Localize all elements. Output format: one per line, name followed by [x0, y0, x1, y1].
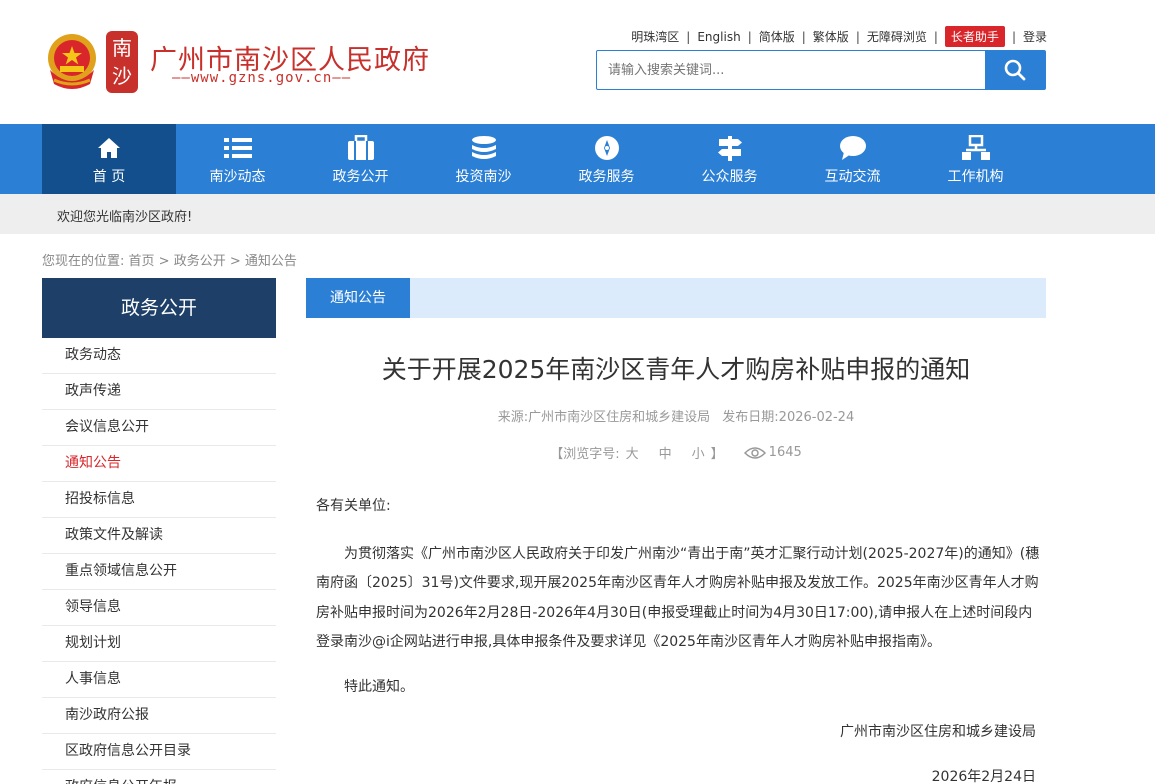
nav-item-agencies[interactable]: 工作机构 [914, 124, 1037, 194]
nav-item-home[interactable]: 首 页 [42, 124, 176, 194]
signpost-icon [717, 136, 742, 161]
nav-label: 公众服务 [701, 169, 758, 185]
sidebar-item-voice[interactable]: 政声传递 [42, 374, 276, 410]
article-closing: 特此通知。 [344, 679, 414, 695]
view-count: 1645 [743, 445, 802, 460]
breadcrumb-separator: > [154, 254, 174, 269]
article-meta: 来源:广州市南沙区住房和城乡建设局 发布日期:2026-02-24 [306, 406, 1046, 425]
nav-item-gov-affairs[interactable]: 政务公开 [299, 124, 422, 194]
divider: | [1011, 29, 1016, 44]
sidebar-menu: 政务动态 政声传递 会议信息公开 通知公告 招投标信息 政策文件及解读 重点领域… [42, 338, 276, 784]
breadcrumb: 您现在的位置: 首页 > 政务公开 > 通知公告 [42, 250, 297, 269]
font-size-medium[interactable]: 中 [659, 443, 672, 462]
search-icon [1004, 59, 1026, 81]
link-traditional[interactable]: 繁体版 [813, 28, 849, 45]
article-greeting: 各有关单位: [316, 498, 391, 514]
nav-label: 政务公开 [332, 169, 389, 185]
breadcrumb-prefix: 您现在的位置: [42, 254, 125, 269]
top-links: 明珠湾区 | English | 简体版 | 繁体版 | 无障碍浏览 | 长者助… [631, 26, 1047, 47]
link-english[interactable]: English [697, 30, 740, 44]
article-source: 来源:广州市南沙区住房和城乡建设局 [497, 410, 711, 425]
chat-icon [839, 136, 866, 160]
site-url: ——www.gzns.gov.cn—— [172, 70, 352, 86]
sidebar-item-notices[interactable]: 通知公告 [42, 446, 276, 482]
list-icon [223, 138, 252, 158]
coins-icon [471, 136, 496, 159]
section-tab-bar: 通知公告 [306, 278, 1046, 318]
nav-label: 互动交流 [824, 169, 881, 185]
link-mingzhuwan[interactable]: 明珠湾区 [631, 28, 679, 45]
link-simplified[interactable]: 简体版 [759, 28, 795, 45]
nav-label: 首 页 [92, 169, 126, 185]
article-paragraph: 为贯彻落实《广州市南沙区人民政府关于印发广州南沙“青出于南”英才汇聚行动计划(2… [316, 546, 1040, 650]
sidebar-item-catalog[interactable]: 区政府信息公开目录 [42, 734, 276, 770]
nav-label: 投资南沙 [455, 169, 512, 185]
view-count-value: 1645 [768, 445, 802, 460]
font-size-large[interactable]: 大 [626, 443, 639, 462]
divider: | [686, 29, 691, 44]
search-button[interactable] [985, 51, 1045, 89]
elder-assistant-button[interactable]: 长者助手 [944, 26, 1005, 47]
article-signature: 广州市南沙区住房和城乡建设局 [840, 724, 1036, 740]
article-tools: 【浏览字号: 大 中 小 】 1645 [306, 443, 1046, 462]
font-size-label: 【浏览字号: [550, 447, 620, 462]
article-title: 关于开展2025年南沙区青年人才购房补贴申报的通知 [381, 355, 971, 384]
sidebar-title: 政务公开 [42, 278, 276, 338]
compass-icon [594, 136, 619, 160]
welcome-bar: 欢迎您光临南沙区政府! [0, 194, 1155, 234]
sidebar-item-gov-news[interactable]: 政务动态 [42, 338, 276, 374]
divider: | [933, 29, 938, 44]
eye-icon [743, 446, 766, 459]
sidebar-item-key-areas[interactable]: 重点领域信息公开 [42, 554, 276, 590]
tab-notices[interactable]: 通知公告 [306, 278, 410, 318]
sidebar-item-plans[interactable]: 规划计划 [42, 626, 276, 662]
site-header: 南沙 广州市南沙区人民政府 ——www.gzns.gov.cn—— 明珠湾区 |… [0, 0, 1155, 124]
welcome-text: 欢迎您光临南沙区政府! [57, 210, 193, 225]
link-accessibility[interactable]: 无障碍浏览 [867, 28, 927, 45]
sidebar-item-annual-report[interactable]: 政府信息公开年报 [42, 770, 276, 784]
divider: | [747, 29, 752, 44]
breadcrumb-separator: > [225, 254, 245, 269]
article-sign-date: 2026年2月24日 [931, 769, 1036, 784]
login-link[interactable]: 登录 [1023, 28, 1047, 45]
org-chart-icon [961, 135, 990, 160]
sidebar-item-bidding[interactable]: 招投标信息 [42, 482, 276, 518]
sidebar-item-personnel[interactable]: 人事信息 [42, 662, 276, 698]
home-icon [98, 138, 120, 158]
national-emblem-icon [42, 30, 102, 94]
font-size-close: 】 [710, 447, 724, 462]
breadcrumb-gov-affairs[interactable]: 政务公开 [174, 254, 226, 269]
nav-label: 南沙动态 [209, 169, 266, 185]
breadcrumb-home[interactable]: 首页 [129, 254, 155, 269]
divider: | [855, 29, 860, 44]
search-bar [596, 50, 1046, 90]
nav-item-public-services[interactable]: 公众服务 [668, 124, 791, 194]
divider: | [801, 29, 806, 44]
main-nav: 首 页 南沙动态 政务公开 投资南沙 政务服务 公众服务 互动交流 工作机构 [0, 124, 1155, 194]
sidebar-item-gazette[interactable]: 南沙政府公报 [42, 698, 276, 734]
nav-label: 政务服务 [578, 169, 635, 185]
sidebar-item-meetings[interactable]: 会议信息公开 [42, 410, 276, 446]
font-size-small[interactable]: 小 [692, 443, 705, 462]
nav-label: 工作机构 [947, 169, 1004, 185]
nav-item-interaction[interactable]: 互动交流 [791, 124, 914, 194]
nav-item-gov-services[interactable]: 政务服务 [545, 124, 668, 194]
nav-item-invest[interactable]: 投资南沙 [422, 124, 545, 194]
sidebar-item-leaders[interactable]: 领导信息 [42, 590, 276, 626]
article-date: 发布日期:2026-02-24 [722, 410, 855, 425]
sidebar-item-policies[interactable]: 政策文件及解读 [42, 518, 276, 554]
nansha-seal-logo: 南沙 [106, 31, 138, 93]
breadcrumb-notices[interactable]: 通知公告 [245, 254, 297, 269]
search-input[interactable] [597, 51, 985, 89]
briefcase-icon [347, 135, 374, 160]
nav-item-news[interactable]: 南沙动态 [176, 124, 299, 194]
